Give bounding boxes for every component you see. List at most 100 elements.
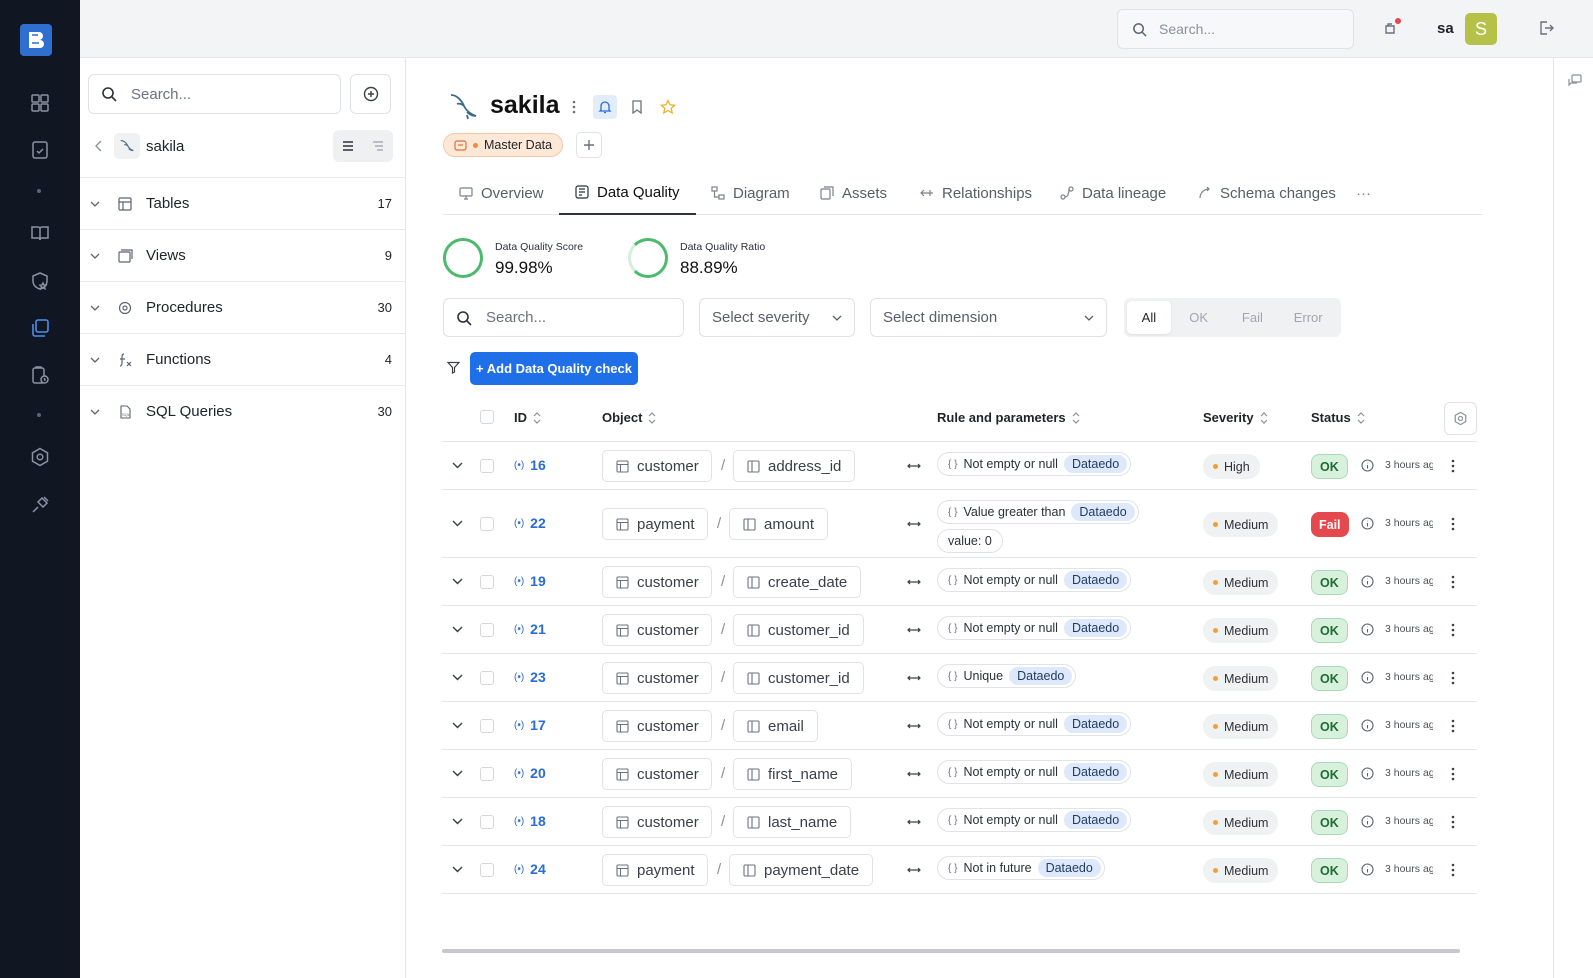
rule-chip[interactable]: { } Unique Dataedo (937, 664, 1077, 688)
username[interactable]: sa (1437, 20, 1454, 37)
tab-overview[interactable]: Overview (459, 171, 544, 215)
object-table-chip[interactable]: customer (602, 710, 712, 742)
check-id-link[interactable]: (•) 23 (514, 669, 546, 685)
domain-tag[interactable]: Master Data (443, 133, 564, 157)
expand-chevron-icon[interactable] (452, 520, 463, 527)
bell-icon[interactable] (593, 95, 617, 119)
col-rule[interactable]: Rule and parameters (937, 410, 1080, 425)
expand-chevron-icon[interactable] (452, 866, 463, 873)
rule-chip[interactable]: { } Not empty or null Dataedo (937, 616, 1132, 640)
info-icon[interactable] (1361, 815, 1374, 828)
object-table-chip[interactable]: customer (602, 662, 712, 694)
tab-relationships[interactable]: Relationships (920, 171, 1032, 215)
notifications-icon[interactable] (1383, 18, 1401, 36)
tree-item-procedures[interactable]: Procedures 30 (80, 281, 406, 333)
table-settings-button[interactable] (1444, 402, 1477, 435)
filter-icon[interactable] (447, 361, 460, 374)
tab-data-quality[interactable]: Data Quality (559, 171, 696, 215)
chevron-down-icon[interactable] (90, 305, 100, 311)
star-icon[interactable] (656, 95, 680, 119)
row-more-icon[interactable] (1451, 671, 1455, 685)
back-chevron-icon[interactable] (94, 140, 104, 152)
table-row[interactable]: (•) 23 customer / customer_id { } Unique Dataed… (442, 654, 1477, 702)
row-more-icon[interactable] (1451, 575, 1455, 589)
tree-item-views[interactable]: Views 9 (80, 229, 406, 281)
object-column-chip[interactable]: amount (729, 508, 829, 540)
object-table-chip[interactable]: customer (602, 450, 712, 482)
check-id-link[interactable]: (•) 24 (514, 861, 546, 877)
expand-chevron-icon[interactable] (452, 818, 463, 825)
add-tag-button[interactable] (576, 132, 602, 158)
col-severity[interactable]: Severity (1203, 410, 1268, 425)
expand-chevron-icon[interactable] (452, 626, 463, 633)
info-icon[interactable] (1361, 517, 1374, 530)
segment-all[interactable]: All (1127, 301, 1171, 334)
view-toggle[interactable] (333, 130, 393, 162)
table-row[interactable]: (•) 20 customer / first_name { } Not empty or … (442, 750, 1477, 798)
table-row[interactable]: (•) 24 payment / payment_date { } Not in futur… (442, 846, 1477, 894)
rule-chip[interactable]: { } Not empty or null Dataedo (937, 712, 1132, 736)
info-icon[interactable] (1361, 671, 1374, 684)
segment-fail[interactable]: Fail (1227, 301, 1279, 334)
object-column-chip[interactable]: create_date (733, 566, 862, 598)
chevron-down-icon[interactable] (90, 409, 100, 415)
object-table-chip[interactable]: customer (602, 566, 712, 598)
severity-select[interactable]: Select severity (699, 298, 855, 337)
rule-chip[interactable]: { } Not empty or null Dataedo (937, 452, 1132, 476)
object-table-chip[interactable]: customer (602, 758, 712, 790)
clipboard-clock-icon[interactable] (28, 363, 52, 387)
row-checkbox[interactable] (480, 767, 494, 781)
row-more-icon[interactable] (1451, 459, 1455, 473)
table-row[interactable]: (•) 22 payment / amount { } Value greater than… (442, 490, 1477, 558)
chevron-down-icon[interactable] (90, 357, 100, 363)
settings-hex-icon[interactable] (28, 445, 52, 469)
table-row[interactable]: (•) 17 customer / email { } Not empty or null D… (442, 702, 1477, 750)
expand-chevron-icon[interactable] (452, 578, 463, 585)
check-id-link[interactable]: (•) 19 (514, 573, 546, 589)
info-icon[interactable] (1361, 623, 1374, 636)
check-id-link[interactable]: (•) 22 (514, 515, 546, 531)
info-icon[interactable] (1361, 719, 1374, 732)
row-checkbox[interactable] (480, 671, 494, 685)
object-column-chip[interactable]: payment_date (729, 854, 874, 886)
rule-chip[interactable]: { } Not in future Dataedo (937, 856, 1105, 880)
bookmark-icon[interactable] (625, 95, 649, 119)
check-id-link[interactable]: (•) 17 (514, 717, 546, 733)
shield-star-icon[interactable] (28, 269, 52, 293)
more-vertical-icon[interactable] (562, 95, 586, 119)
expand-chevron-icon[interactable] (452, 674, 463, 681)
tasks-icon[interactable] (28, 138, 52, 162)
segment-ok[interactable]: OK (1171, 301, 1227, 334)
tree-search-input[interactable]: Search... (88, 74, 341, 114)
comments-icon[interactable] (1568, 74, 1582, 88)
row-more-icon[interactable] (1451, 623, 1455, 637)
table-row[interactable]: (•) 16 customer / address_id { } Not empty or … (442, 442, 1477, 490)
dataedo-logo[interactable] (20, 24, 52, 56)
object-column-chip[interactable]: first_name (733, 758, 853, 790)
expand-chevron-icon[interactable] (452, 462, 463, 469)
rule-chip[interactable]: { } Value greater than Dataedo (937, 500, 1139, 524)
object-column-chip[interactable]: address_id (733, 450, 856, 482)
object-column-chip[interactable]: email (733, 710, 818, 742)
rule-chip[interactable]: { } Not empty or null Dataedo (937, 808, 1132, 832)
object-table-chip[interactable]: customer (602, 614, 712, 646)
col-id[interactable]: ID (514, 410, 541, 425)
dimension-select[interactable]: Select dimension (870, 298, 1107, 337)
object-column-chip[interactable]: customer_id (733, 614, 864, 646)
tab-data-lineage[interactable]: Data lineage (1060, 171, 1166, 215)
col-object[interactable]: Object (602, 410, 656, 425)
table-row[interactable]: (•) 21 customer / customer_id { } Not empty or… (442, 606, 1477, 654)
tab-assets[interactable]: Assets (820, 171, 887, 215)
add-button[interactable] (350, 74, 391, 114)
check-id-link[interactable]: (•) 16 (514, 457, 546, 473)
col-status[interactable]: Status (1311, 410, 1365, 425)
rule-chip[interactable]: { } Not empty or null Dataedo (937, 760, 1132, 784)
info-icon[interactable] (1361, 575, 1374, 588)
check-id-link[interactable]: (•) 18 (514, 813, 546, 829)
row-more-icon[interactable] (1451, 863, 1455, 877)
info-icon[interactable] (1361, 767, 1374, 780)
object-table-chip[interactable]: customer (602, 806, 712, 838)
info-icon[interactable] (1361, 863, 1374, 876)
row-more-icon[interactable] (1451, 517, 1455, 531)
row-checkbox[interactable] (480, 575, 494, 589)
